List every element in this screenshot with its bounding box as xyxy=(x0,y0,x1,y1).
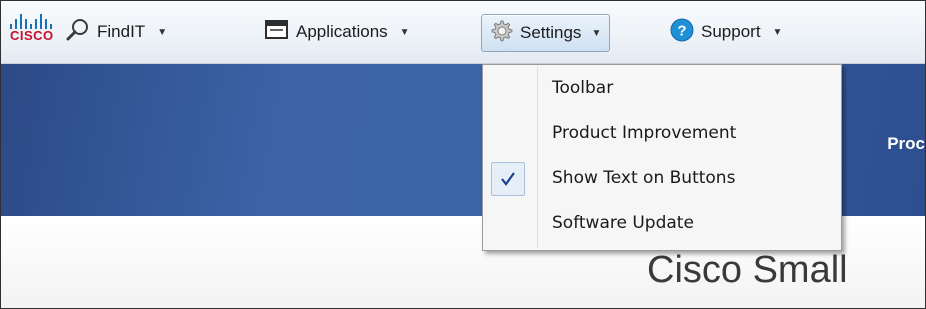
menu-item-product-improvement[interactable]: Product Improvement xyxy=(483,112,841,156)
findit-toolbar: CISCO FindIT ▼ Applications ▼ Settings ▼… xyxy=(1,1,925,64)
page-title: Cisco Small xyxy=(647,249,848,291)
settings-label: Settings xyxy=(520,23,582,42)
menu-item-label: Show Text on Buttons xyxy=(552,168,736,188)
menu-item-label: Software Update xyxy=(552,213,694,233)
banner-nav-text[interactable]: Proc xyxy=(887,134,925,154)
settings-dropdown: Toolbar Product Improvement Show Text on… xyxy=(482,64,842,251)
menu-item-toolbar[interactable]: Toolbar xyxy=(483,67,841,111)
window-icon xyxy=(264,18,290,47)
svg-text:?: ? xyxy=(677,22,686,39)
chevron-down-icon: ▼ xyxy=(157,26,168,38)
search-icon xyxy=(65,17,91,48)
cisco-logo-text: CISCO xyxy=(10,28,54,43)
chevron-down-icon: ▼ xyxy=(772,26,783,38)
applications-menu-button[interactable]: Applications ▼ xyxy=(264,16,410,48)
gear-icon xyxy=(488,18,514,49)
menu-item-software-update[interactable]: Software Update xyxy=(483,202,841,246)
chevron-down-icon: ▼ xyxy=(591,27,602,39)
browser-window: CISCO FindIT ▼ Applications ▼ Settings ▼… xyxy=(0,0,926,309)
checkmark-icon xyxy=(491,162,525,196)
applications-label: Applications xyxy=(296,22,388,41)
findit-menu-button[interactable]: FindIT ▼ xyxy=(65,16,167,48)
menu-item-label: Toolbar xyxy=(552,78,614,98)
help-icon: ? xyxy=(669,17,695,48)
cisco-logo: CISCO xyxy=(9,13,55,51)
cisco-logo-bars xyxy=(9,13,55,29)
settings-menu-button[interactable]: Settings ▼ xyxy=(481,14,611,52)
chevron-down-icon: ▼ xyxy=(399,26,410,38)
menu-item-show-text-on-buttons[interactable]: Show Text on Buttons xyxy=(483,157,841,201)
findit-label: FindIT xyxy=(97,22,146,41)
menu-item-label: Product Improvement xyxy=(552,123,737,143)
support-label: Support xyxy=(701,22,761,41)
support-menu-button[interactable]: ? Support ▼ xyxy=(669,16,782,48)
